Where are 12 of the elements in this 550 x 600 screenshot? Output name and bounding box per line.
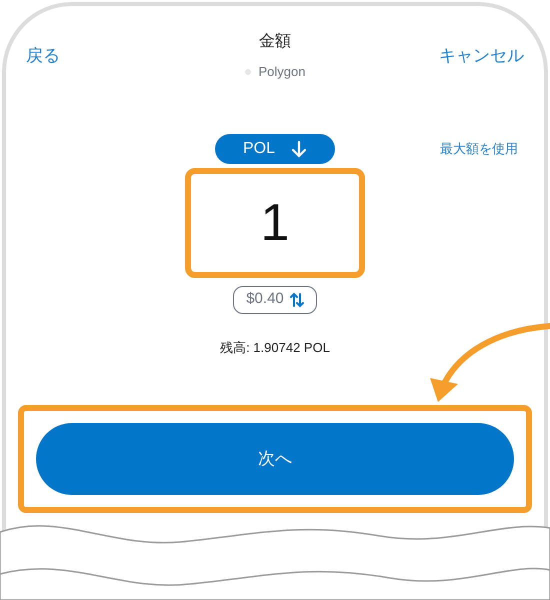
network-name: Polygon [258,63,306,81]
token-selector[interactable]: POL [215,134,335,164]
fiat-toggle[interactable]: $0.40 [233,286,317,314]
balance-text: 残高: 1.90742 POL [220,338,330,356]
amount-field[interactable]: 1 [185,168,365,278]
next-button[interactable]: 次へ [36,423,514,495]
arrow-down-icon [291,140,307,158]
swap-arrows-icon [290,292,304,308]
screen-title: 金額 [258,32,291,52]
cancel-link[interactable]: キャンセル [439,43,524,68]
use-max-link[interactable]: 最大額を使用 [440,138,544,158]
back-link[interactable]: 戻る [26,43,60,68]
